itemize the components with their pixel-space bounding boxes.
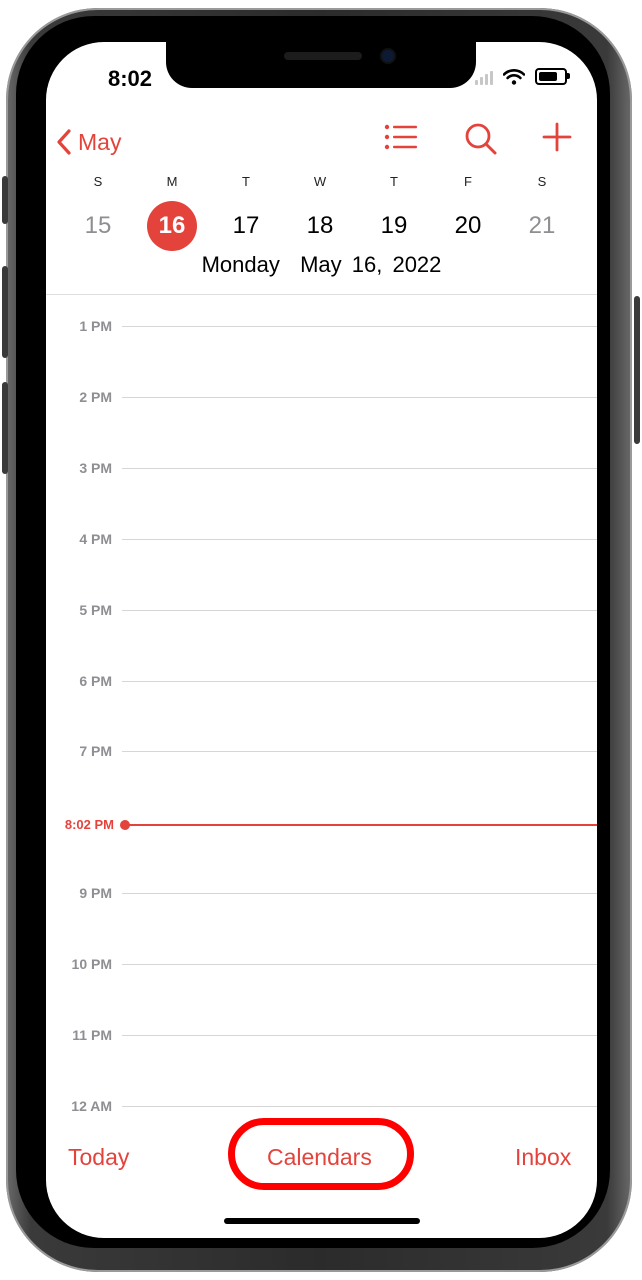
date-cell[interactable]: 15 bbox=[73, 201, 123, 251]
battery-icon bbox=[535, 68, 570, 85]
notch bbox=[166, 42, 476, 88]
date-cell[interactable]: 19 bbox=[369, 201, 419, 251]
weekday-label: T bbox=[390, 174, 398, 189]
hour-line bbox=[122, 1106, 597, 1107]
hour-line bbox=[122, 610, 597, 611]
hour-label: 3 PM bbox=[79, 460, 112, 476]
hour-line bbox=[122, 397, 597, 398]
screen: 8:02 May S M T W T F S 15 16 17 18 19 20… bbox=[46, 42, 597, 1238]
hour-label: 12 AM bbox=[71, 1098, 112, 1114]
current-time-label: 8:02 PM bbox=[64, 817, 114, 832]
selected-date-label: Monday May 16, 2022 bbox=[201, 252, 442, 277]
weekday-label: M bbox=[166, 174, 178, 189]
silent-switch bbox=[2, 176, 8, 224]
hour-line bbox=[122, 326, 597, 327]
hour-label: 1 PM bbox=[79, 318, 112, 334]
wifi-icon bbox=[503, 68, 525, 85]
date-cell[interactable]: 21 bbox=[517, 201, 567, 251]
weekday-label: W bbox=[313, 174, 327, 189]
inbox-button[interactable]: Inbox bbox=[515, 1144, 571, 1171]
hour-label: 7 PM bbox=[79, 743, 112, 759]
list-icon[interactable] bbox=[384, 122, 418, 152]
hour-label: 5 PM bbox=[79, 602, 112, 618]
hour-line bbox=[122, 751, 597, 752]
hour-label: 9 PM bbox=[79, 885, 112, 901]
date-cell[interactable]: 17 bbox=[221, 201, 271, 251]
chevron-left-icon bbox=[57, 129, 71, 155]
nav-bar: May bbox=[46, 120, 597, 164]
add-icon[interactable] bbox=[542, 122, 572, 152]
back-month-button[interactable]: May bbox=[56, 120, 121, 164]
today-button[interactable]: Today bbox=[68, 1144, 129, 1171]
date-cell[interactable]: 20 bbox=[443, 201, 493, 251]
weekday-label: S bbox=[537, 174, 547, 189]
hour-label: 10 PM bbox=[71, 956, 112, 972]
weekday-label: T bbox=[242, 174, 250, 189]
back-month-label: May bbox=[78, 128, 122, 155]
calendars-highlight-annotation bbox=[228, 1118, 414, 1190]
date-cell-selected[interactable]: 16 bbox=[147, 201, 197, 251]
date-row: 15 16 17 18 19 20 21 bbox=[46, 201, 597, 251]
current-time-line bbox=[126, 824, 597, 826]
status-time: 8:02 bbox=[108, 66, 153, 91]
hour-line bbox=[122, 539, 597, 540]
date-cell[interactable]: 18 bbox=[295, 201, 345, 251]
front-camera bbox=[382, 50, 394, 62]
speaker bbox=[284, 52, 362, 60]
hour-label: 4 PM bbox=[79, 531, 112, 547]
weekday-label: S bbox=[93, 174, 103, 189]
hour-line bbox=[122, 468, 597, 469]
volume-up-button bbox=[2, 266, 8, 358]
cellular-signal-icon bbox=[475, 69, 493, 85]
home-indicator[interactable] bbox=[224, 1218, 420, 1224]
status-indicators bbox=[475, 68, 570, 85]
weekday-row: S M T W T F S bbox=[46, 174, 597, 192]
search-icon[interactable] bbox=[464, 122, 498, 156]
hour-line bbox=[122, 681, 597, 682]
hour-line bbox=[122, 964, 597, 965]
header-divider bbox=[46, 294, 597, 295]
weekday-label: F bbox=[464, 174, 472, 189]
hour-label: 6 PM bbox=[79, 673, 112, 689]
hour-line bbox=[122, 1035, 597, 1036]
hour-label: 2 PM bbox=[79, 389, 112, 405]
volume-down-button bbox=[2, 382, 8, 474]
power-button bbox=[634, 296, 640, 444]
hour-label: 11 PM bbox=[72, 1027, 112, 1043]
hour-line bbox=[122, 893, 597, 894]
